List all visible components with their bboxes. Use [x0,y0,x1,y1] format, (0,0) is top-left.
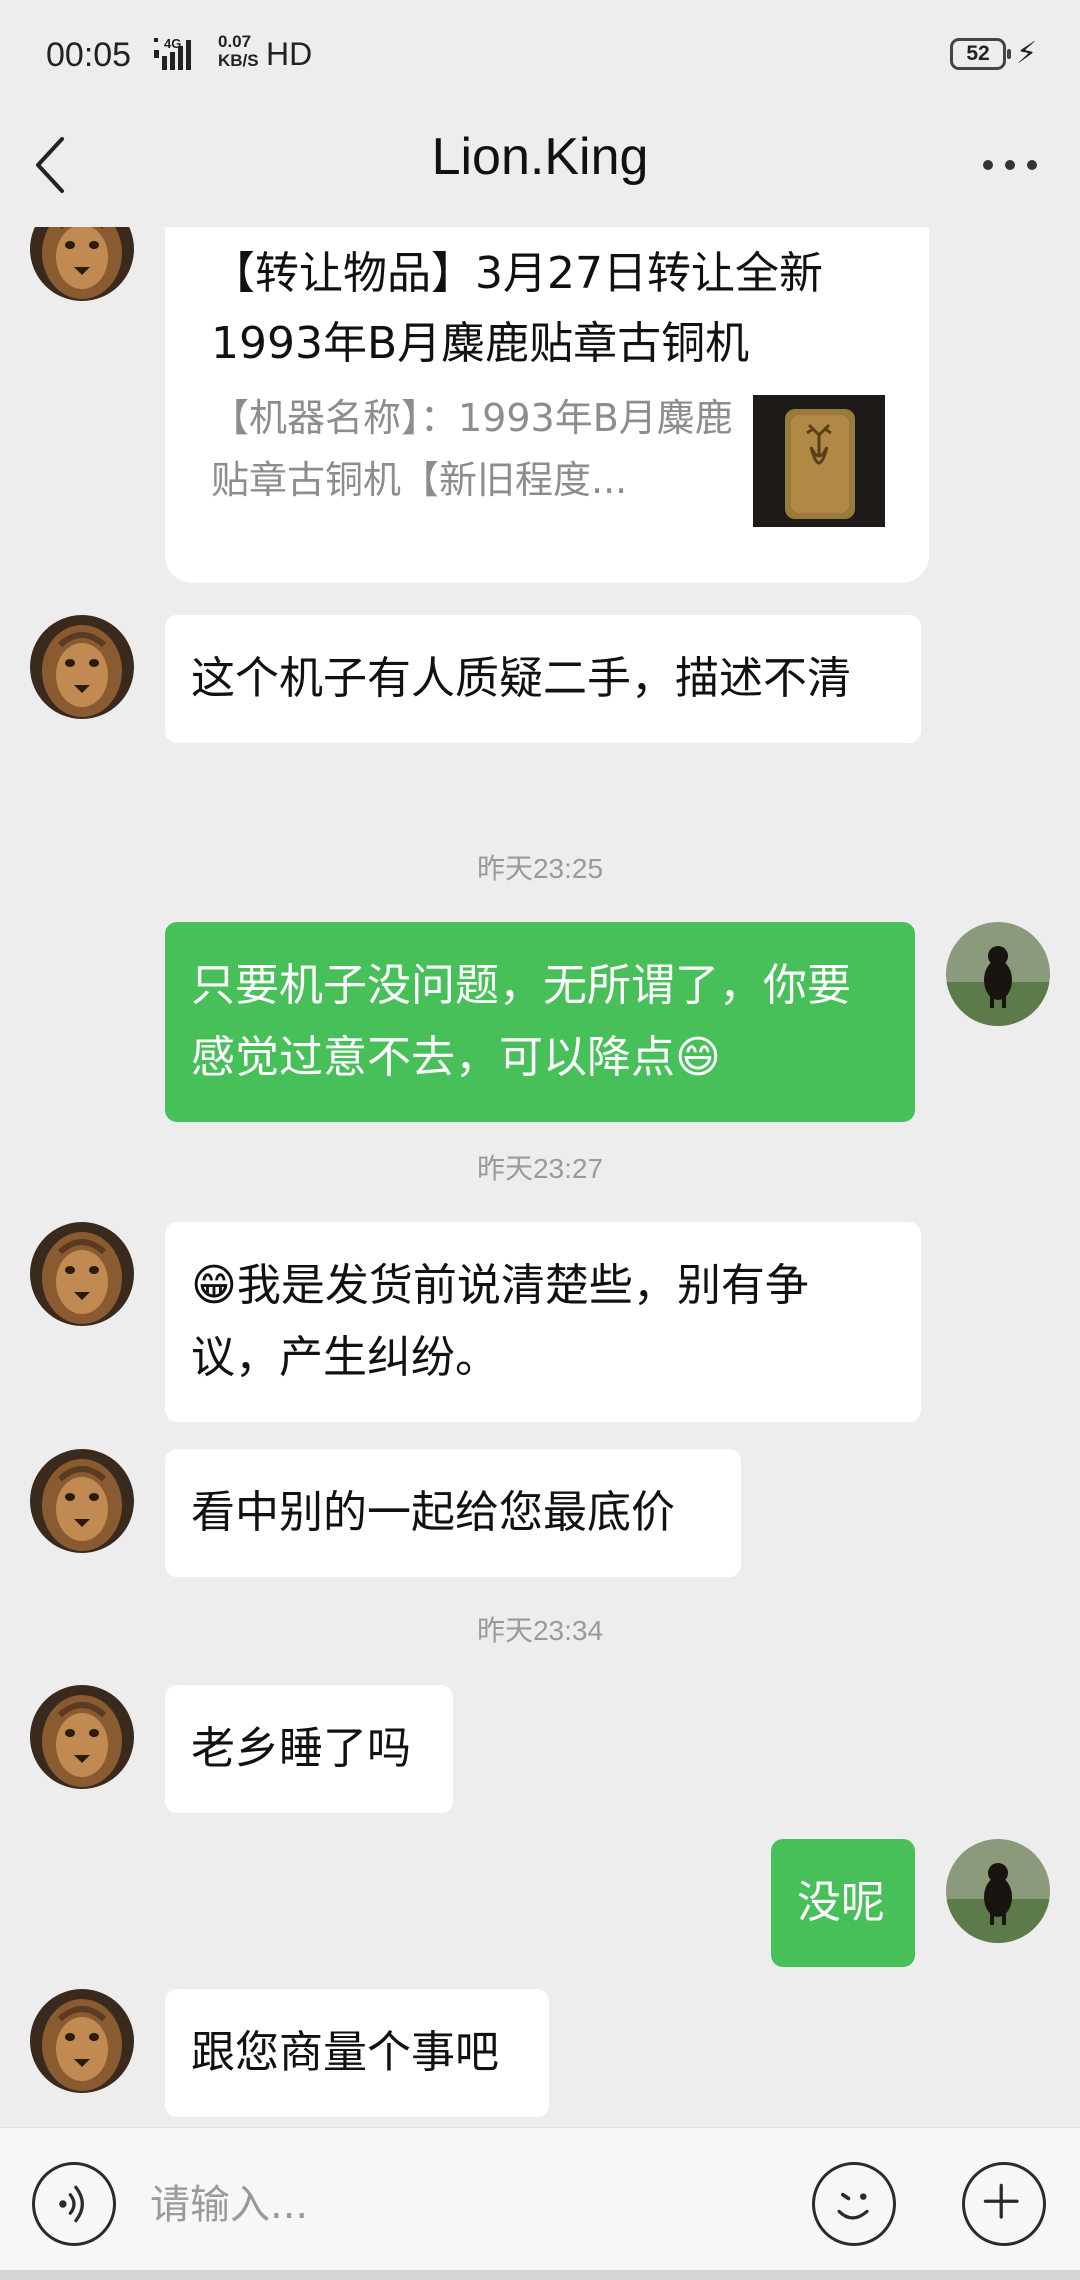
avatar-own[interactable] [946,922,1050,1026]
net-speed-unit: KB/S [218,51,259,70]
dog-avatar-icon [946,922,1050,1026]
signal-icon: 4G [154,36,191,70]
lion-avatar-icon [30,1449,134,1553]
message-bubble[interactable]: 老乡睡了吗 [165,1685,453,1813]
charging-icon: ⚡ [1016,36,1038,71]
voice-button[interactable] [32,2162,116,2246]
page-title: Lion.King [431,128,649,186]
avatar[interactable] [30,1685,134,1789]
message-bubble-own[interactable]: 只要机子没问题，无所谓了，你要感觉过意不去，可以降点😄 [165,922,915,1122]
transfer-card[interactable]: 【转让物品】3月27日转让全新1993年B月麋鹿贴章古铜机 【机器名称】：199… [165,227,929,583]
net-speed: 0.07 KB/S [218,32,259,70]
message-bubble[interactable]: 跟您商量个事吧 [165,1989,549,2117]
message-bubble[interactable]: 😁我是发货前说清楚些，别有争议，产生纠纷。 [165,1222,921,1422]
emoji-icon [837,2192,869,2220]
hd-indicator: HD [266,36,313,72]
plus-icon [983,2183,1019,2219]
timestamp: 昨天23:27 [476,1153,604,1184]
input-bar [0,2127,1080,2280]
emoji-button[interactable] [812,2162,896,2246]
lion-avatar-icon [30,1685,134,1789]
avatar[interactable] [30,1222,134,1326]
avatar[interactable] [30,615,134,719]
lion-avatar-icon [30,227,134,301]
avatar[interactable] [30,1989,134,2093]
lion-avatar-icon [30,1989,134,2093]
battery-level: 52 [966,42,990,65]
avatar[interactable] [30,1449,134,1553]
card-thumbnail-image [753,395,885,527]
net-speed-value: 0.07 [218,32,252,51]
battery-icon: 52 [950,38,1011,70]
message-bubble[interactable]: 看中别的一起给您最底价 [165,1449,741,1577]
more-dots-icon[interactable] [970,135,1050,195]
card-description: 【机器名称】：1993年B月麋鹿贴章古铜机【新旧程度... [211,396,733,502]
message-bubble-own[interactable]: 没呢 [771,1839,915,1967]
status-bar: 00:05 4G 0.07 KB/S HD 52 ⚡ [0,0,1080,105]
title-bar: Lion.King [0,105,1080,227]
lion-avatar-icon [30,615,134,719]
lion-avatar-icon [30,1222,134,1326]
avatar-own[interactable] [946,1839,1050,1943]
timestamp: 昨天23:25 [476,853,604,884]
dog-avatar-icon [946,1839,1050,1943]
plus-button[interactable] [962,2162,1046,2246]
voice-icon [59,2185,84,2223]
status-time: 00:05 [46,36,132,74]
chat-area[interactable]: 【转让物品】3月27日转让全新1993年B月麋鹿贴章古铜机 【机器名称】：199… [0,227,1080,2127]
avatar[interactable] [30,227,134,301]
bottom-divider [0,2270,1080,2280]
message-input[interactable] [150,2172,750,2238]
timestamp: 昨天23:34 [476,1615,604,1646]
message-bubble[interactable]: 这个机子有人质疑二手，描述不清 [165,615,921,743]
card-title: 【转让物品】3月27日转让全新1993年B月麋鹿贴章古铜机 [211,248,823,369]
